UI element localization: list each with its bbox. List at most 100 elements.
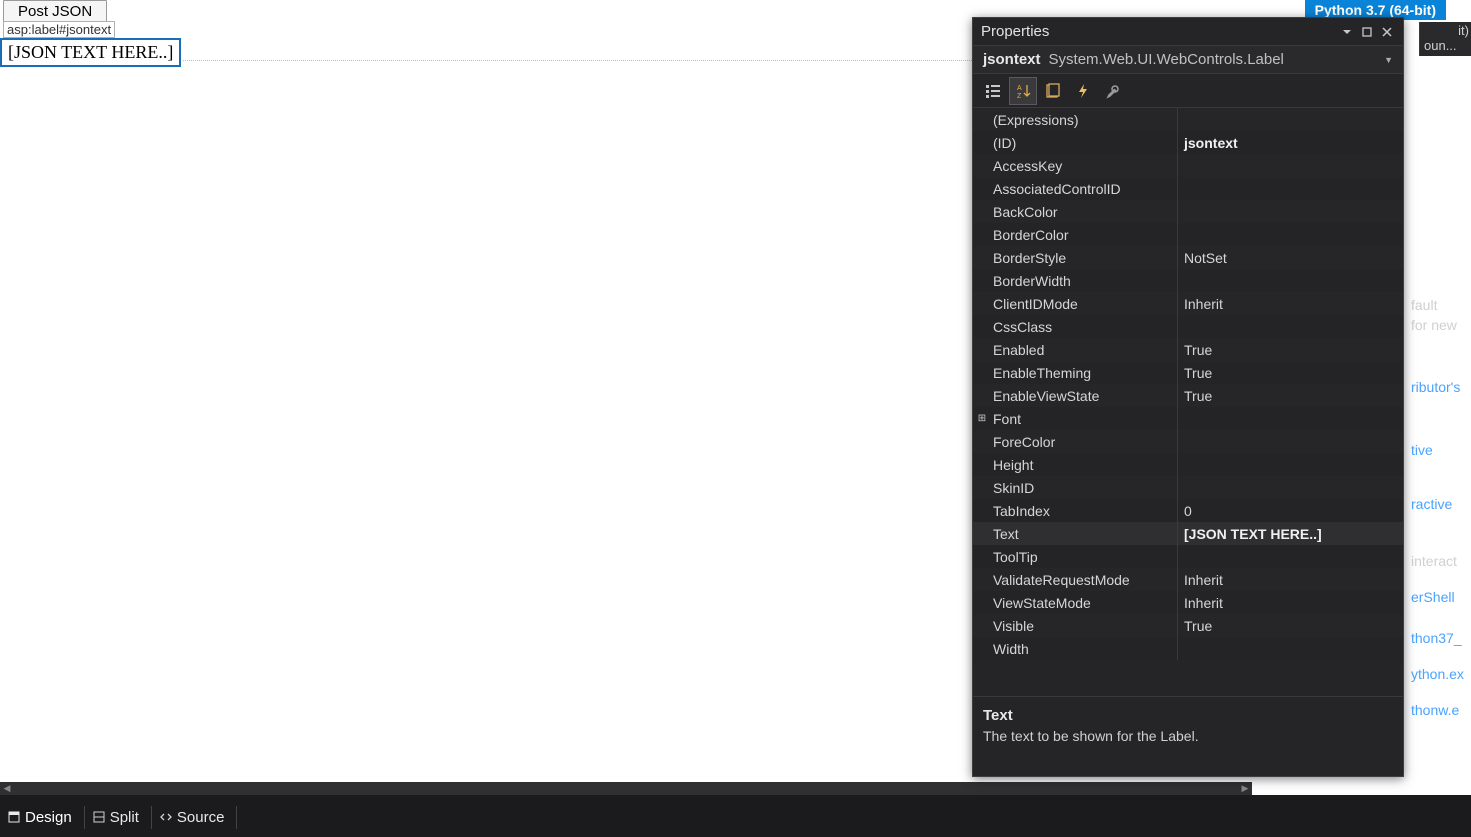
property-row[interactable]: (Expressions) [973,108,1403,131]
property-description-title: Text [983,707,1393,724]
background-link[interactable]: ributor's [1411,379,1471,395]
horizontal-scrollbar[interactable]: ◀ ▶ [0,782,1252,795]
source-view-icon [160,811,172,823]
property-name: Text [991,522,1178,545]
object-name: jsontext [983,51,1041,68]
property-row[interactable]: Width [973,637,1403,660]
background-link[interactable]: tive [1411,442,1471,458]
scroll-right-icon[interactable]: ▶ [1238,782,1252,795]
background-link[interactable]: ractive [1411,496,1471,512]
maximize-icon[interactable] [1358,23,1375,40]
property-row[interactable]: BorderWidth [973,269,1403,292]
property-name: ClientIDMode [991,292,1178,315]
svg-text:Z: Z [1017,93,1022,100]
property-row[interactable]: VisibleTrue [973,614,1403,637]
property-value[interactable]: NotSet [1178,250,1403,266]
property-name: Font [991,407,1178,430]
property-row[interactable]: ⊞Font [973,407,1403,430]
property-value[interactable]: jsontext [1178,135,1403,151]
chevron-down-icon[interactable]: ▼ [1384,55,1393,65]
tab-split[interactable]: Split [85,806,152,829]
background-link[interactable]: ython.ex [1411,666,1471,682]
property-name: EnableTheming [991,361,1178,384]
property-row[interactable]: TabIndex0 [973,499,1403,522]
property-name: BackColor [991,200,1178,223]
selected-label-control[interactable]: [JSON TEXT HERE..] [0,38,181,67]
property-value[interactable]: Inherit [1178,595,1403,611]
property-value[interactable]: Inherit [1178,572,1403,588]
property-row[interactable]: ForeColor [973,430,1403,453]
property-row[interactable]: Height [973,453,1403,476]
property-name: ValidateRequestMode [991,568,1178,591]
property-value[interactable]: True [1178,388,1403,404]
property-row[interactable]: (ID)jsontext [973,131,1403,154]
tab-design[interactable]: Design [0,806,85,829]
property-description-text: The text to be shown for the Label. [983,728,1393,744]
properties-panel: Properties jsontext System.Web.UI.WebCon… [972,17,1404,777]
property-row[interactable]: EnableViewStateTrue [973,384,1403,407]
properties-toolbar: AZ [973,74,1403,108]
property-name: TabIndex [991,499,1178,522]
background-link[interactable]: thonw.e [1411,702,1471,718]
tab-source[interactable]: Source [152,806,238,829]
background-text: interact [1411,553,1471,569]
property-row[interactable]: EnabledTrue [973,338,1403,361]
property-name: Visible [991,614,1178,637]
property-row[interactable]: ToolTip [973,545,1403,568]
property-row[interactable]: SkinID [973,476,1403,499]
design-view-icon [8,811,20,823]
background-text: oun... [1424,38,1469,53]
tab-label: Split [110,809,139,826]
background-link[interactable]: thon37_ [1411,630,1471,646]
window-menu-icon[interactable] [1338,23,1355,40]
property-name: Height [991,453,1178,476]
tab-label: Design [25,809,72,826]
property-name: BorderStyle [991,246,1178,269]
property-row[interactable]: Text[JSON TEXT HERE..] [973,522,1403,545]
property-manager-button[interactable] [1099,77,1127,105]
properties-grid[interactable]: (Expressions)(ID)jsontextAccessKeyAssoci… [973,108,1403,660]
property-row[interactable]: BackColor [973,200,1403,223]
categorized-button[interactable] [979,77,1007,105]
property-value[interactable]: 0 [1178,503,1403,519]
property-row[interactable]: AssociatedControlID [973,177,1403,200]
property-row[interactable]: ViewStateModeInherit [973,591,1403,614]
property-row[interactable]: ClientIDModeInherit [973,292,1403,315]
post-json-button[interactable]: Post JSON [3,0,107,23]
property-name: AccessKey [991,154,1178,177]
background-link[interactable]: erShell [1411,589,1471,605]
property-name: (ID) [991,131,1178,154]
property-row[interactable]: AccessKey [973,154,1403,177]
property-row[interactable]: BorderStyleNotSet [973,246,1403,269]
property-name: CssClass [991,315,1178,338]
property-value[interactable]: True [1178,365,1403,381]
property-pages-button[interactable] [1039,77,1067,105]
control-tag-label: asp:label#jsontext [3,21,115,38]
properties-title: Properties [981,23,1338,40]
property-description: Text The text to be shown for the Label. [973,696,1403,776]
expand-toggle-icon[interactable]: ⊞ [973,413,991,424]
close-icon[interactable] [1378,23,1395,40]
background-text: for new [1411,317,1471,333]
property-row[interactable]: ValidateRequestModeInherit [973,568,1403,591]
scroll-left-icon[interactable]: ◀ [0,782,14,795]
alphabetical-button[interactable]: AZ [1009,77,1037,105]
property-value[interactable]: [JSON TEXT HERE..] [1178,526,1403,542]
property-name: Enabled [991,338,1178,361]
object-type: System.Web.UI.WebControls.Label [1049,51,1284,68]
property-row[interactable]: EnableThemingTrue [973,361,1403,384]
property-row[interactable]: CssClass [973,315,1403,338]
background-fragment: it) oun... [1419,22,1471,56]
properties-object-selector[interactable]: jsontext System.Web.UI.WebControls.Label… [973,46,1403,74]
events-button[interactable] [1069,77,1097,105]
property-name: BorderWidth [991,269,1178,292]
properties-titlebar[interactable]: Properties [973,18,1403,46]
property-row[interactable]: BorderColor [973,223,1403,246]
property-name: ForeColor [991,430,1178,453]
property-value[interactable]: True [1178,342,1403,358]
tab-label: Source [177,809,225,826]
property-name: EnableViewState [991,384,1178,407]
property-name: BorderColor [991,223,1178,246]
property-value[interactable]: Inherit [1178,296,1403,312]
property-value[interactable]: True [1178,618,1403,634]
